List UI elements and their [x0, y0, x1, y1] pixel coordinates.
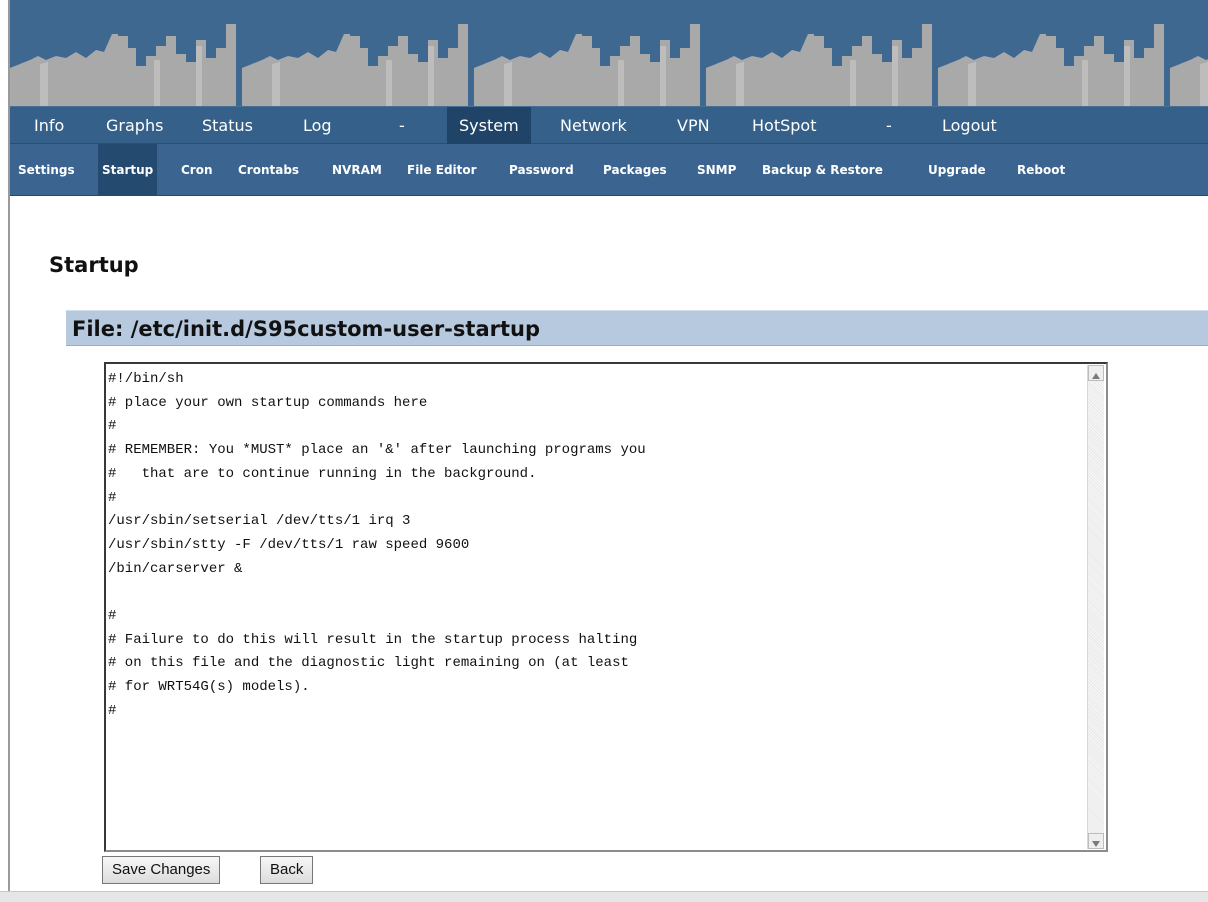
nav-separator-2: -	[886, 116, 892, 135]
nav-logout[interactable]: Logout	[942, 107, 997, 144]
skyline-banner-image	[10, 0, 1208, 106]
window-bottom-edge	[0, 891, 1208, 902]
subnav-password[interactable]: Password	[505, 144, 578, 196]
startup-editor[interactable]: #!/bin/sh # place your own startup comma…	[104, 362, 1108, 852]
subnav-backup-restore[interactable]: Backup & Restore	[758, 144, 887, 196]
nav-graphs[interactable]: Graphs	[106, 107, 163, 144]
nav-hotspot[interactable]: HotSpot	[752, 107, 816, 144]
editor-scrollbar[interactable]	[1087, 365, 1104, 849]
app-window: Info Graphs Status Log - System Network …	[8, 0, 1208, 895]
page-title: Startup	[49, 253, 139, 278]
subnav-upgrade[interactable]: Upgrade	[924, 144, 990, 196]
subnav-cron[interactable]: Cron	[177, 144, 217, 196]
nav-separator-1: -	[399, 116, 405, 135]
file-label: File: /etc/init.d/S95custom-user-startup	[72, 317, 540, 341]
nav-info[interactable]: Info	[34, 107, 64, 144]
nav-vpn[interactable]: VPN	[677, 107, 710, 144]
nav-network[interactable]: Network	[560, 107, 627, 144]
subnav-file-editor[interactable]: File Editor	[403, 144, 481, 196]
top-navigation: Info Graphs Status Log - System Network …	[10, 106, 1208, 144]
subnav-startup[interactable]: Startup	[98, 144, 158, 196]
scroll-up-button[interactable]	[1088, 365, 1104, 381]
sub-navigation: Settings Startup Cron Crontabs NVRAM Fil…	[10, 144, 1208, 196]
back-button[interactable]: Back	[260, 856, 314, 884]
subnav-snmp[interactable]: SNMP	[693, 144, 740, 196]
editor-content[interactable]: #!/bin/sh # place your own startup comma…	[108, 368, 1076, 846]
subnav-packages[interactable]: Packages	[599, 144, 671, 196]
subnav-crontabs[interactable]: Crontabs	[234, 144, 303, 196]
nav-status[interactable]: Status	[202, 107, 253, 144]
file-header: File: /etc/init.d/S95custom-user-startup	[66, 310, 1208, 346]
triangle-up-icon	[1092, 364, 1100, 383]
scroll-down-button[interactable]	[1088, 833, 1104, 849]
subnav-settings[interactable]: Settings	[14, 144, 79, 196]
triangle-down-icon	[1092, 832, 1100, 851]
nav-system[interactable]: System	[447, 107, 531, 144]
subnav-reboot[interactable]: Reboot	[1013, 144, 1069, 196]
header-banner	[10, 0, 1208, 106]
save-changes-button[interactable]: Save Changes	[102, 856, 221, 884]
subnav-nvram[interactable]: NVRAM	[328, 144, 386, 196]
nav-log[interactable]: Log	[303, 107, 332, 144]
